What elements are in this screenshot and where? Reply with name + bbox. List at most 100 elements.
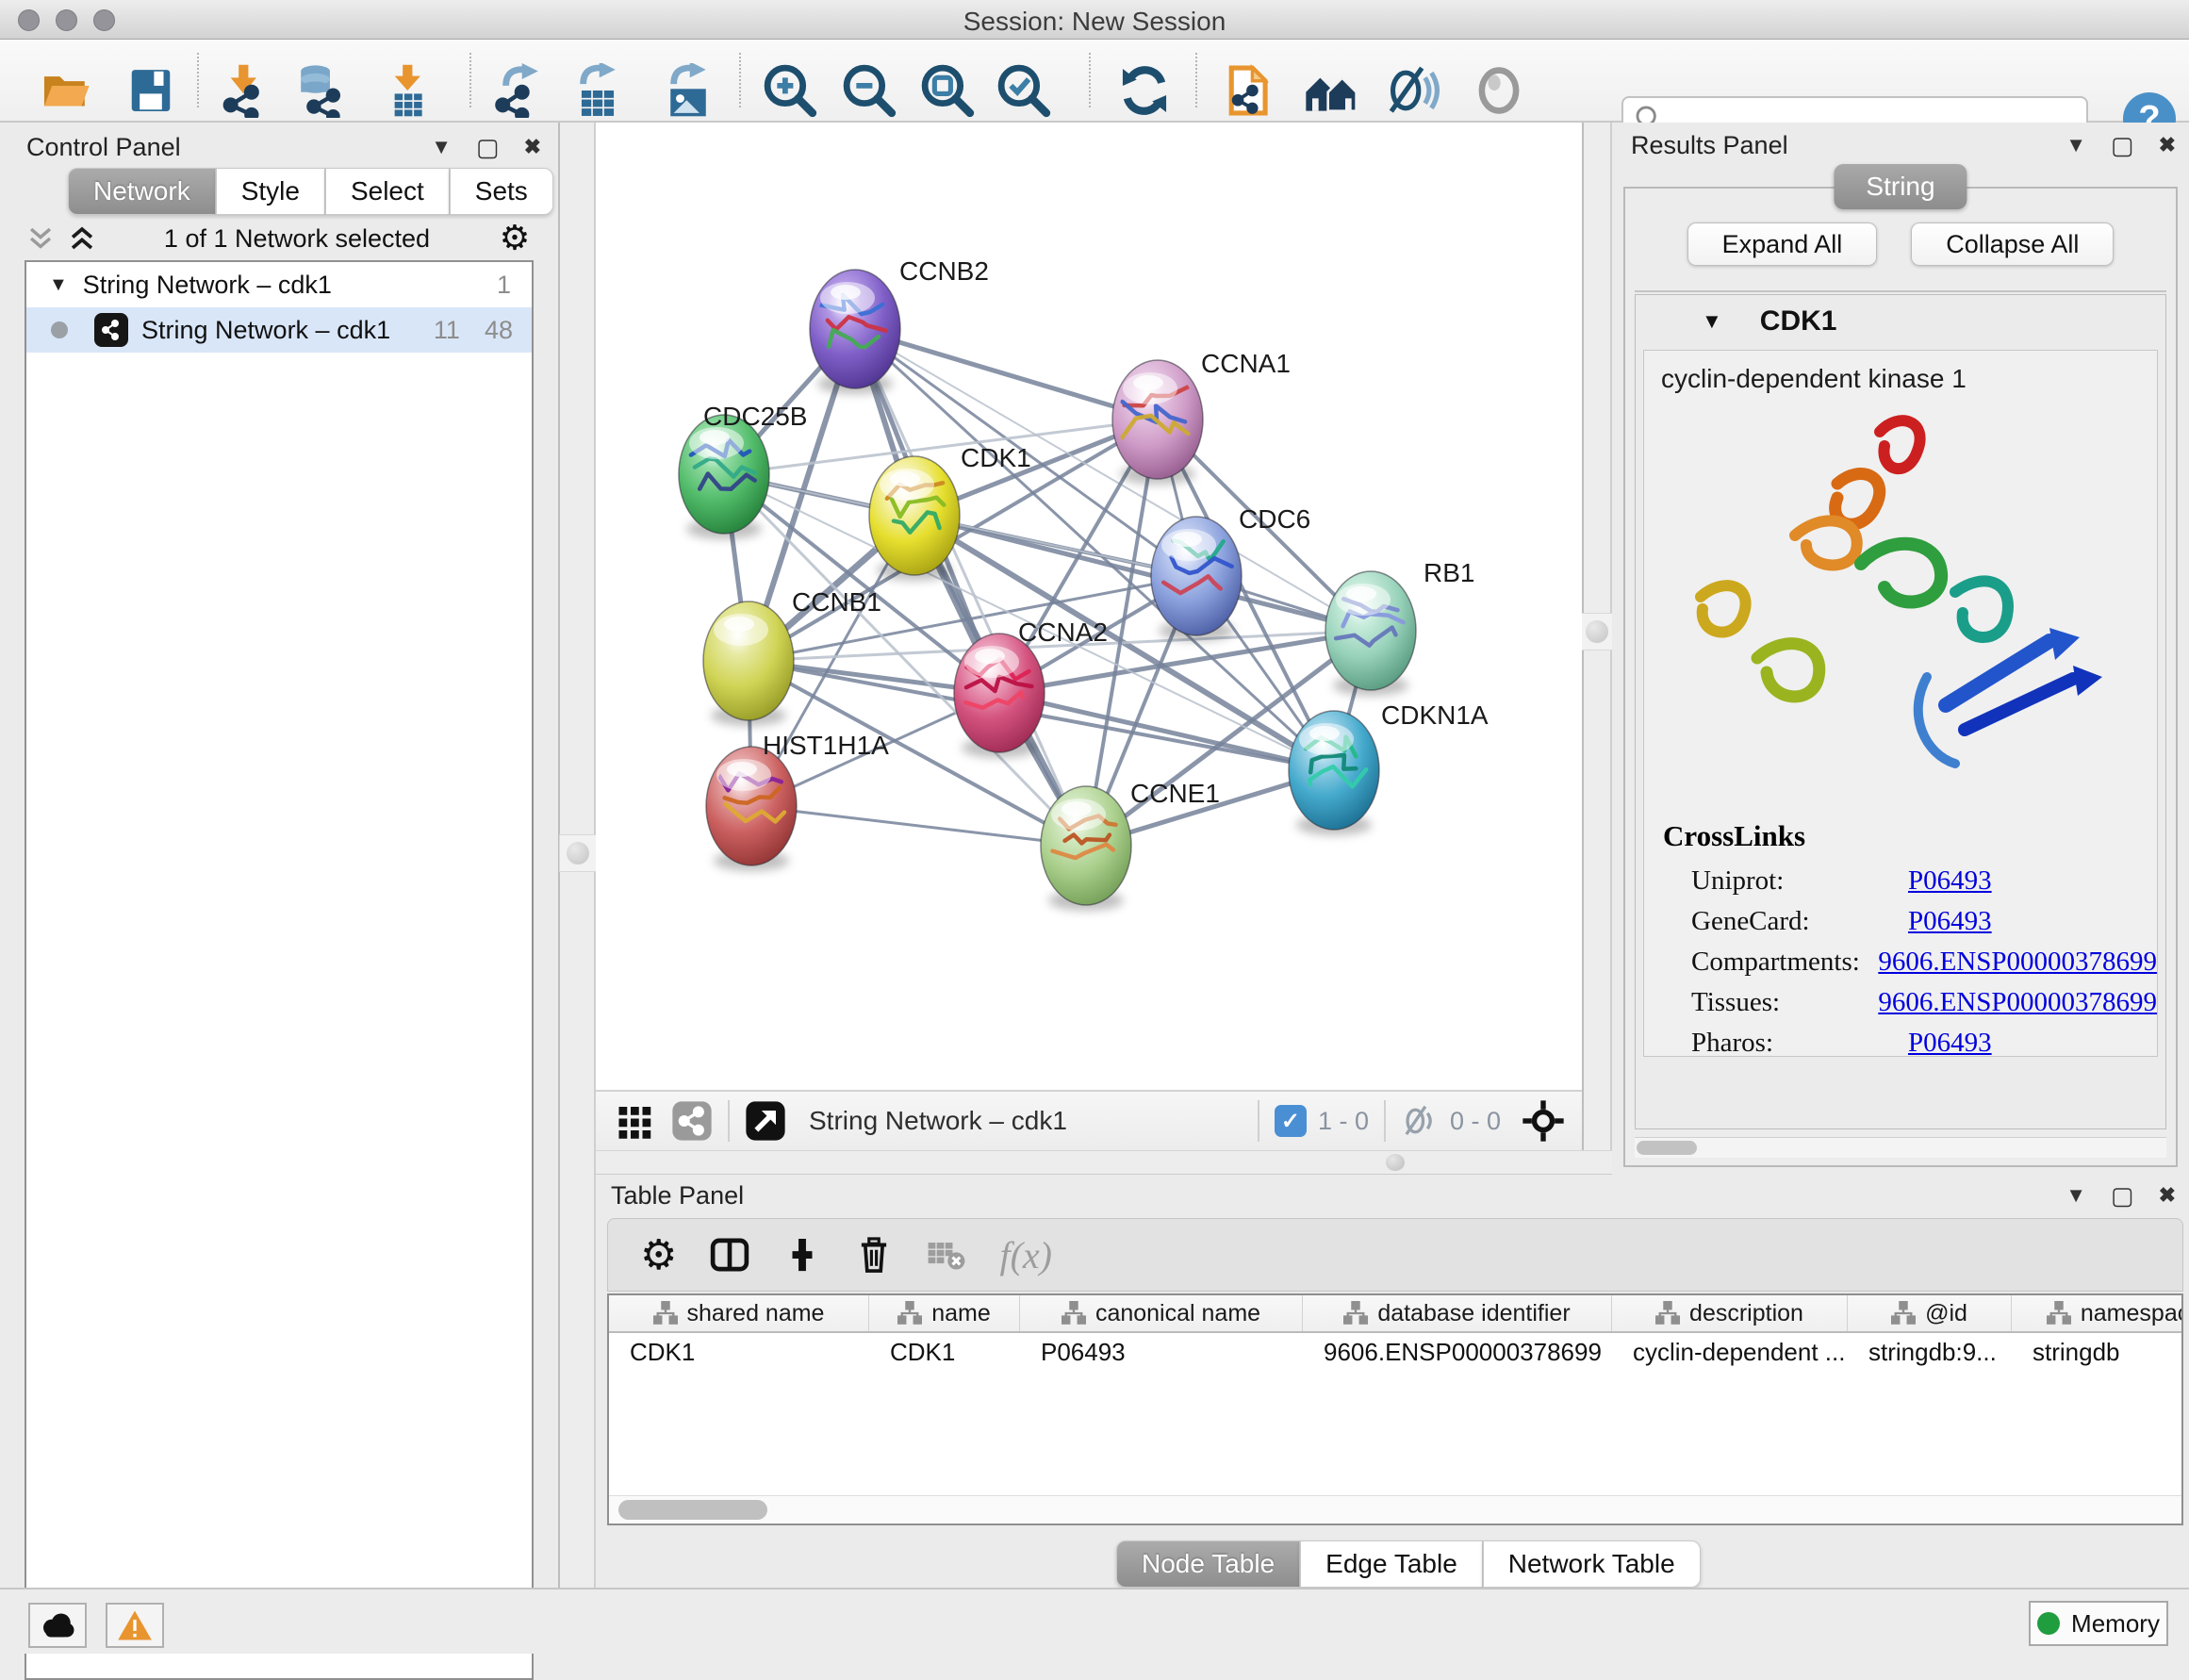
crosslink-link[interactable]: 9606.ENSP00000378699	[1878, 987, 2157, 1018]
expand-all-button[interactable]: Expand All	[1687, 222, 1878, 266]
control-panel-float-icon[interactable]: ▢	[476, 133, 500, 162]
tab-node-table[interactable]: Node Table	[1116, 1540, 1300, 1588]
network-node-CCNB2[interactable]	[810, 270, 900, 394]
create-column-plus-icon[interactable]	[782, 1235, 822, 1275]
zoom-out-button[interactable]	[839, 60, 899, 121]
table-panel-float-icon[interactable]: ▢	[2111, 1181, 2134, 1211]
table-cell[interactable]: 9606.ENSP00000378699	[1303, 1338, 1612, 1367]
cloud-status-button[interactable]	[28, 1603, 87, 1648]
column-header-namespace[interactable]: namespace	[2012, 1295, 2183, 1331]
network-edge-CCNE1-HIST1H1A[interactable]	[751, 806, 1086, 846]
left-splitter-handle[interactable]	[559, 834, 597, 872]
open-session-button[interactable]	[36, 60, 96, 121]
column-header-database-identifier[interactable]: database identifier	[1303, 1295, 1612, 1331]
results-panel-menu-icon[interactable]: ▼	[2066, 133, 2086, 157]
tab-network-table[interactable]: Network Table	[1483, 1540, 1701, 1588]
export-image-button[interactable]	[658, 60, 718, 121]
crosslink-link[interactable]: P06493	[1908, 906, 1992, 937]
horizontal-splitter-handle[interactable]	[1386, 1154, 1405, 1171]
import-network-button[interactable]	[215, 60, 275, 121]
network-node-CDC25B[interactable]	[679, 415, 769, 539]
show-columns-icon[interactable]	[709, 1234, 750, 1276]
results-panel-float-icon[interactable]: ▢	[2111, 131, 2134, 160]
network-node-CCNB1[interactable]	[703, 601, 794, 726]
control-panel-menu-icon[interactable]: ▼	[431, 135, 452, 159]
network-node-CDKN1A[interactable]	[1289, 711, 1379, 835]
tab-network[interactable]: Network	[68, 168, 216, 215]
collection-expand-icon[interactable]: ▼	[49, 274, 68, 296]
home-button[interactable]	[1301, 60, 1361, 121]
node-table[interactable]: shared namenamecanonical namedatabase id…	[607, 1293, 2183, 1525]
table-cell[interactable]: CDK1	[609, 1338, 869, 1367]
memory-button[interactable]: Memory	[2029, 1601, 2168, 1646]
results-horizontal-scrollbar[interactable]	[1635, 1137, 2166, 1158]
table-cell[interactable]: stringdb	[2012, 1338, 2183, 1367]
column-header-canonical-name[interactable]: canonical name	[1020, 1295, 1303, 1331]
fit-crosshair-icon[interactable]	[1522, 1099, 1565, 1143]
export-table-button[interactable]	[568, 60, 628, 121]
table-cell[interactable]: stringdb:9...	[1848, 1338, 2012, 1367]
right-splitter-handle[interactable]	[1581, 613, 1613, 651]
save-session-button[interactable]	[121, 60, 181, 121]
results-panel-close-icon[interactable]: ✖	[2159, 133, 2176, 157]
network-node-RB1[interactable]	[1325, 571, 1416, 696]
column-header-shared-name[interactable]: shared name	[609, 1295, 869, 1331]
expand-all-icon[interactable]	[66, 222, 98, 255]
collection-count: 1	[497, 271, 511, 300]
delete-table-icon[interactable]	[926, 1234, 967, 1276]
network-collection-row[interactable]: ▼ String Network – cdk1 1	[26, 262, 532, 307]
control-panel-close-icon[interactable]: ✖	[524, 135, 541, 159]
tab-style[interactable]: Style	[216, 168, 325, 215]
column-header-name[interactable]: name	[869, 1295, 1020, 1331]
network-node-CCNA1[interactable]	[1112, 360, 1203, 485]
table-horizontal-scrollbar[interactable]	[609, 1495, 2181, 1524]
crosslink-link[interactable]: P06493	[1908, 865, 1992, 897]
left-splitter[interactable]	[558, 123, 596, 1588]
collapse-all-icon[interactable]	[25, 222, 57, 255]
zoom-selected-button[interactable]	[994, 60, 1054, 121]
network-node-HIST1H1A[interactable]	[706, 747, 797, 871]
import-table-button[interactable]	[379, 60, 439, 121]
network-edge-CCNA2-CDKN1A[interactable]	[999, 693, 1334, 770]
right-splitter[interactable]	[1582, 123, 1612, 1175]
network-row[interactable]: String Network – cdk1 11 48	[26, 307, 532, 353]
network-canvas[interactable]: CCNB2CCNA1CDC25BCDK1CDC6RB1CCNB1CCNA2CDK…	[596, 123, 1582, 1090]
open-in-new-window-icon[interactable]	[745, 1100, 786, 1142]
table-settings-gear-icon[interactable]: ⚙	[640, 1231, 677, 1279]
tab-sets[interactable]: Sets	[450, 168, 553, 215]
import-network-from-database-button[interactable]	[288, 60, 349, 121]
hidden-eye-icon[interactable]	[1401, 1102, 1439, 1140]
preview-eye-button[interactable]	[1469, 60, 1529, 121]
table-panel-close-icon[interactable]: ✖	[2159, 1183, 2176, 1208]
crosslink-link[interactable]: P06493	[1908, 1028, 1992, 1059]
table-row[interactable]: CDK1CDK1P064939606.ENSP00000378699cyclin…	[609, 1333, 2181, 1371]
column-header-@id[interactable]: @id	[1848, 1295, 2012, 1331]
table-cell[interactable]: CDK1	[869, 1338, 1020, 1367]
network-options-gear-icon[interactable]: ⚙	[496, 220, 534, 257]
network-node-CCNE1[interactable]	[1041, 786, 1131, 911]
warnings-button[interactable]	[106, 1603, 164, 1648]
tab-edge-table[interactable]: Edge Table	[1300, 1540, 1483, 1588]
delete-column-trash-icon[interactable]	[854, 1235, 894, 1275]
column-header-description[interactable]: description	[1612, 1295, 1848, 1331]
network-edge-CCNB2-CCNE1[interactable]	[855, 329, 1086, 846]
database-icon	[291, 63, 346, 118]
share-document-button[interactable]	[1219, 60, 1279, 121]
network-edge-CCNB2-CCNA1[interactable]	[855, 329, 1158, 420]
table-cell[interactable]: cyclin-dependent ...	[1612, 1338, 1848, 1367]
hide-labels-button[interactable]	[1382, 60, 1442, 121]
selected-checkbox[interactable]: ✓	[1275, 1105, 1307, 1137]
collapse-all-button[interactable]: Collapse All	[1911, 222, 2114, 266]
share-view-icon[interactable]	[671, 1100, 713, 1142]
zoom-fit-button[interactable]	[917, 60, 978, 121]
zoom-in-button[interactable]	[760, 60, 820, 121]
table-panel-menu-icon[interactable]: ▼	[2066, 1183, 2086, 1208]
grid-view-icon[interactable]	[617, 1102, 654, 1140]
tab-select[interactable]: Select	[325, 168, 450, 215]
gene-collapse-icon[interactable]: ▼	[1702, 309, 1722, 334]
table-cell[interactable]: P06493	[1020, 1338, 1303, 1367]
refresh-button[interactable]	[1114, 60, 1175, 121]
crosslink-link[interactable]: 9606.ENSP00000378699	[1878, 947, 2157, 978]
export-network-button[interactable]	[490, 60, 551, 121]
tab-string[interactable]: String	[1834, 164, 1967, 209]
